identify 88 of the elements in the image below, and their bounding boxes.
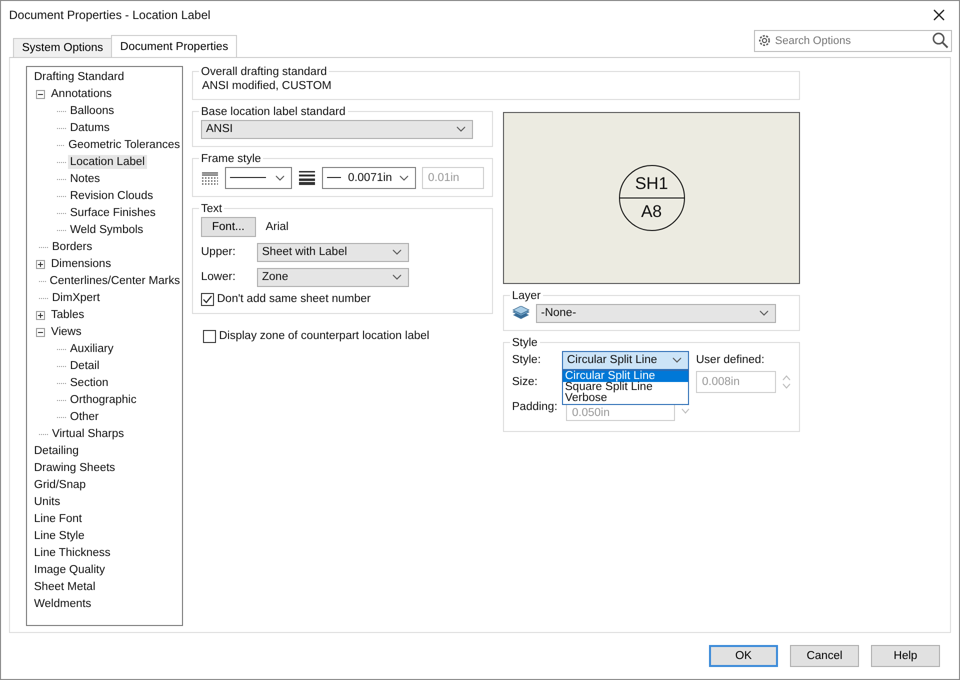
tree-item[interactable]: Drawing Sheets xyxy=(32,461,118,476)
caret-icon xyxy=(672,357,682,364)
tree-item[interactable]: Other xyxy=(68,410,101,424)
dialog-button[interactable]: OK xyxy=(709,644,778,667)
caret-icon xyxy=(275,174,285,181)
upper-text: SH1 xyxy=(634,172,668,195)
tree-item[interactable]: Centerlines/Center Marks xyxy=(48,274,182,288)
group-title: Overall drafting standard xyxy=(200,66,328,78)
tab[interactable]: Document Properties xyxy=(111,34,238,57)
tree-item[interactable]: Tables xyxy=(49,308,86,322)
tree-item[interactable]: Weldments xyxy=(32,597,94,612)
tree-item[interactable]: Grid/Snap xyxy=(32,478,88,492)
tree-item[interactable]: Auxiliary xyxy=(68,342,116,356)
line-style-dropdown[interactable] xyxy=(225,166,292,189)
layers-icon xyxy=(512,306,530,320)
collapse-icon[interactable] xyxy=(36,90,45,99)
upper-dropdown[interactable]: Sheet with Label xyxy=(257,242,409,262)
tree-item[interactable]: Detailing xyxy=(32,444,81,458)
tree-item[interactable]: Drafting Standard xyxy=(32,70,126,84)
tree-item[interactable]: Borders xyxy=(50,240,94,254)
tree-item[interactable]: Line Font xyxy=(32,512,84,526)
dropdown-option[interactable]: Square Split Line xyxy=(563,382,688,393)
padding-label: Padding: xyxy=(512,401,556,414)
caret-icon xyxy=(399,174,409,181)
layer-dropdown[interactable]: -None- xyxy=(536,304,776,323)
tree-item[interactable]: Surface Finishes xyxy=(68,206,158,220)
standard-value: ANSI modified, CUSTOM xyxy=(201,80,333,92)
checkbox[interactable] xyxy=(201,292,214,306)
dropdown-option[interactable]: Verbose xyxy=(563,392,688,404)
tree-item[interactable]: Detail xyxy=(68,359,102,374)
upper-label: Upper: xyxy=(201,246,237,258)
group-title: Base location label standard xyxy=(200,106,346,118)
dialog-button[interactable]: Help xyxy=(871,644,940,667)
line-thickness-icon xyxy=(298,170,316,185)
checkbox-label: Don't add same sheet number xyxy=(217,293,371,306)
user-defined-label: User defined: xyxy=(696,354,766,366)
lower-text: A8 xyxy=(641,200,662,223)
tree-item[interactable]: Datums xyxy=(68,121,112,136)
tree-item[interactable]: Balloons xyxy=(68,104,116,118)
group-title: Frame style xyxy=(200,152,262,165)
tree-item[interactable]: Annotations xyxy=(49,87,114,102)
caret-icon xyxy=(392,249,402,256)
size-label: Size: xyxy=(512,376,539,388)
search-icon[interactable] xyxy=(932,32,949,49)
tree-item[interactable]: Views xyxy=(49,325,84,340)
line-style-icon xyxy=(201,170,219,185)
tree-item[interactable]: Image Quality xyxy=(32,563,107,578)
font-button[interactable]: Font... xyxy=(201,216,256,237)
checkbox-label: Display zone of counterpart location label xyxy=(219,330,430,342)
group-title: Style xyxy=(511,336,539,349)
tree-item[interactable]: Line Style xyxy=(32,529,87,544)
expand-icon[interactable] xyxy=(36,260,45,269)
group-title: Layer xyxy=(511,290,542,302)
tree-item[interactable]: Units xyxy=(32,495,62,510)
lower-label: Lower: xyxy=(201,271,237,284)
solid-line-icon xyxy=(230,176,266,180)
dropdown-option[interactable]: Circular Split Line xyxy=(563,370,688,382)
tree-item[interactable]: Line Thickness xyxy=(32,546,112,560)
tree-item[interactable]: Dimensions xyxy=(49,257,114,272)
expand-icon[interactable] xyxy=(36,310,45,320)
tree-item[interactable]: Orthographic xyxy=(68,393,138,408)
tab[interactable]: System Options xyxy=(13,38,112,57)
tree-item[interactable]: Virtual Sharps xyxy=(50,427,126,442)
thickness-dropdown[interactable]: 0.0071in xyxy=(322,166,416,189)
tree-item[interactable]: Notes xyxy=(68,172,102,186)
caret-icon xyxy=(759,310,769,316)
tree-item[interactable]: Revision Clouds xyxy=(68,189,156,204)
style-label: Style: xyxy=(512,354,542,366)
standard-dropdown[interactable]: ANSI xyxy=(201,120,473,139)
font-name: Arial xyxy=(266,220,289,233)
checkbox[interactable] xyxy=(203,330,216,343)
caret-icon xyxy=(456,126,466,132)
search-field[interactable]: Search Options xyxy=(754,30,952,52)
tree-item[interactable]: Sheet Metal xyxy=(32,580,98,594)
tree-item[interactable]: DimXpert xyxy=(50,291,102,306)
dialog-button[interactable]: Cancel xyxy=(790,644,859,667)
group-title: Text xyxy=(200,202,224,215)
style-dropdown[interactable]: Circular Split Line xyxy=(562,350,689,370)
window-title: Document Properties - Location Label xyxy=(9,8,210,22)
tree-item[interactable]: Geometric Tolerances xyxy=(66,138,182,152)
close-icon[interactable] xyxy=(933,9,945,22)
caret-icon xyxy=(392,274,402,280)
tree-item[interactable]: Weld Symbols xyxy=(68,223,146,238)
tree-item[interactable]: Location Label xyxy=(68,155,147,170)
tree-item[interactable]: Section xyxy=(68,376,110,390)
collapse-icon[interactable] xyxy=(36,328,45,337)
lower-dropdown[interactable]: Zone xyxy=(257,268,409,287)
solid-line-icon xyxy=(327,176,341,180)
